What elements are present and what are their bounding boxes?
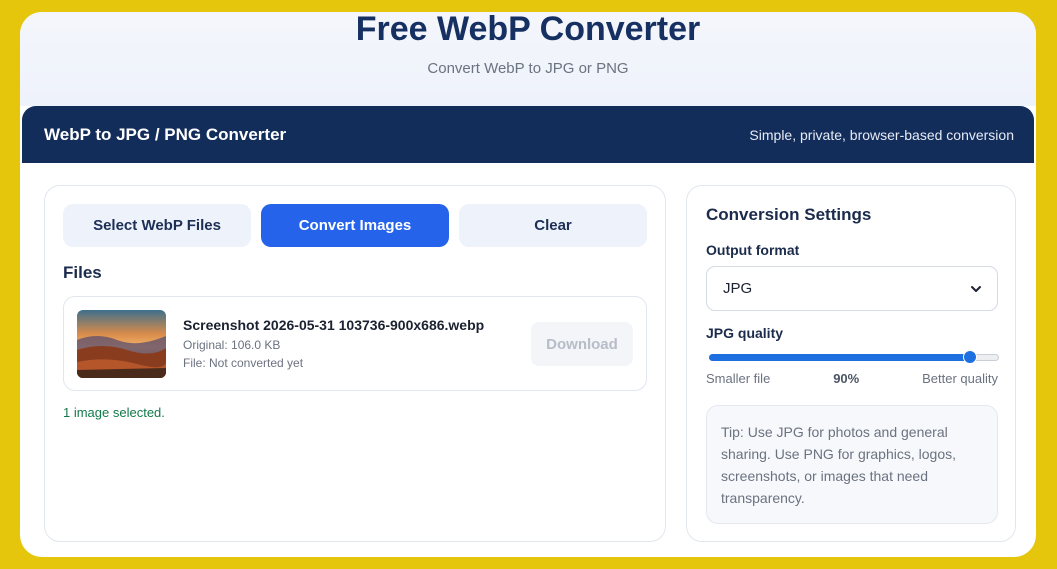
slider-thumb[interactable] bbox=[963, 350, 977, 364]
file-thumbnail bbox=[77, 310, 166, 378]
app-header-tagline: Simple, private, browser-based conversio… bbox=[749, 126, 1014, 143]
app-header: WebP to JPG / PNG Converter Simple, priv… bbox=[22, 106, 1034, 163]
output-format-value: JPG bbox=[723, 280, 753, 297]
files-heading: Files bbox=[63, 263, 102, 282]
output-format-select[interactable]: JPG bbox=[706, 266, 998, 311]
file-item: Screenshot 2026-05-31 103736-900x686.web… bbox=[63, 296, 647, 391]
selection-status: 1 image selected. bbox=[63, 405, 165, 420]
landscape-thumbnail-icon bbox=[77, 310, 166, 378]
slider-fill bbox=[709, 354, 970, 361]
jpg-quality-label: JPG quality bbox=[706, 325, 784, 341]
jpg-quality-slider[interactable] bbox=[709, 350, 999, 364]
output-format-label: Output format bbox=[706, 242, 800, 258]
download-button[interactable]: Download bbox=[531, 322, 633, 366]
select-files-button[interactable]: Select WebP Files bbox=[63, 204, 251, 247]
page-card: Free WebP Converter Convert WebP to JPG … bbox=[20, 12, 1036, 557]
file-name: Screenshot 2026-05-31 103736-900x686.web… bbox=[183, 317, 485, 333]
convert-images-button[interactable]: Convert Images bbox=[261, 204, 449, 247]
quality-value: 90% bbox=[833, 371, 860, 386]
slider-min-label: Smaller file bbox=[706, 371, 771, 386]
page-title: Free WebP Converter bbox=[355, 12, 701, 48]
hero: Free WebP Converter Convert WebP to JPG … bbox=[20, 12, 1036, 106]
file-original-size: Original: 106.0 KB bbox=[183, 338, 281, 352]
chevron-down-icon bbox=[971, 285, 981, 292]
app-header-title: WebP to JPG / PNG Converter bbox=[44, 124, 287, 144]
settings-panel: Conversion Settings Output format JPG JP… bbox=[686, 185, 1016, 542]
settings-title: Conversion Settings bbox=[706, 205, 872, 224]
clear-button[interactable]: Clear bbox=[459, 204, 647, 247]
file-status: File: Not converted yet bbox=[183, 356, 304, 370]
slider-max-label: Better quality bbox=[922, 371, 998, 386]
tip-box: Tip: Use JPG for photos and general shar… bbox=[706, 405, 998, 524]
page-subtitle: Convert WebP to JPG or PNG bbox=[427, 60, 629, 77]
action-buttons: Select WebP Files Convert Images Clear bbox=[63, 204, 647, 247]
files-panel: Select WebP Files Convert Images Clear F… bbox=[44, 185, 666, 542]
slider-legend: Smaller file 90% Better quality bbox=[706, 371, 998, 386]
